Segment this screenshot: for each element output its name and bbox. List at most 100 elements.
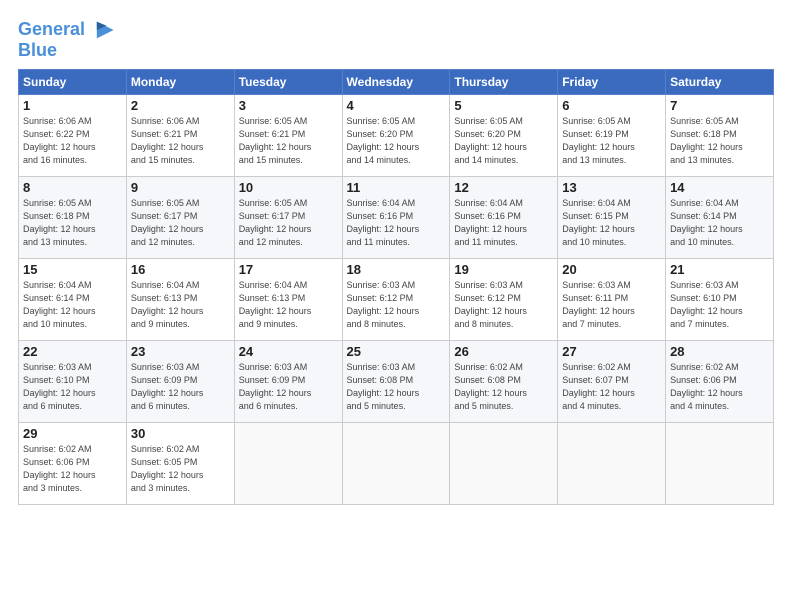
day-info: Sunrise: 6:04 AMSunset: 6:14 PMDaylight:…: [670, 197, 769, 249]
day-info: Sunrise: 6:03 AMSunset: 6:12 PMDaylight:…: [347, 279, 446, 331]
day-info: Sunrise: 6:03 AMSunset: 6:09 PMDaylight:…: [239, 361, 338, 413]
day-info: Sunrise: 6:05 AMSunset: 6:18 PMDaylight:…: [670, 115, 769, 167]
header: General Blue: [18, 16, 774, 61]
day-number: 26: [454, 344, 553, 359]
day-number: 5: [454, 98, 553, 113]
calendar-cell: 7 Sunrise: 6:05 AMSunset: 6:18 PMDaylight…: [666, 95, 774, 177]
day-info: Sunrise: 6:05 AMSunset: 6:20 PMDaylight:…: [454, 115, 553, 167]
day-number: 3: [239, 98, 338, 113]
calendar-week-row: 1 Sunrise: 6:06 AMSunset: 6:22 PMDaylight…: [19, 95, 774, 177]
day-number: 12: [454, 180, 553, 195]
weekday-header: Thursday: [450, 70, 558, 95]
weekday-header: Wednesday: [342, 70, 450, 95]
weekday-header: Sunday: [19, 70, 127, 95]
calendar-cell: 23Sunrise: 6:03 AMSunset: 6:09 PMDayligh…: [126, 341, 234, 423]
day-info: Sunrise: 6:05 AMSunset: 6:21 PMDaylight:…: [239, 115, 338, 167]
day-info: Sunrise: 6:05 AMSunset: 6:17 PMDaylight:…: [239, 197, 338, 249]
day-number: 8: [23, 180, 122, 195]
calendar-week-row: 15 Sunrise: 6:04 AMSunset: 6:14 PMDayligh…: [19, 259, 774, 341]
day-number: 10: [239, 180, 338, 195]
day-number: 11: [347, 180, 446, 195]
day-info: Sunrise: 6:06 AMSunset: 6:22 PMDaylight:…: [23, 115, 122, 167]
weekday-header: Monday: [126, 70, 234, 95]
day-info: Sunrise: 6:04 AMSunset: 6:14 PMDaylight:…: [23, 279, 122, 331]
calendar-cell: 28 Sunrise: 6:02 AMSunset: 6:06 PMDayligh…: [666, 341, 774, 423]
calendar-cell: 25 Sunrise: 6:03 AMSunset: 6:08 PMDayligh…: [342, 341, 450, 423]
weekday-header: Tuesday: [234, 70, 342, 95]
day-number: 28: [670, 344, 769, 359]
day-info: Sunrise: 6:03 AMSunset: 6:09 PMDaylight:…: [131, 361, 230, 413]
calendar-cell: 18 Sunrise: 6:03 AMSunset: 6:12 PMDayligh…: [342, 259, 450, 341]
day-number: 15: [23, 262, 122, 277]
calendar-cell: 12Sunrise: 6:04 AMSunset: 6:16 PMDayligh…: [450, 177, 558, 259]
day-info: Sunrise: 6:04 AMSunset: 6:13 PMDaylight:…: [131, 279, 230, 331]
day-number: 13: [562, 180, 661, 195]
calendar-cell: 5 Sunrise: 6:05 AMSunset: 6:20 PMDaylight…: [450, 95, 558, 177]
day-info: Sunrise: 6:05 AMSunset: 6:20 PMDaylight:…: [347, 115, 446, 167]
day-info: Sunrise: 6:05 AMSunset: 6:17 PMDaylight:…: [131, 197, 230, 249]
calendar-cell: 20 Sunrise: 6:03 AMSunset: 6:11 PMDayligh…: [558, 259, 666, 341]
calendar-cell: 1 Sunrise: 6:06 AMSunset: 6:22 PMDaylight…: [19, 95, 127, 177]
calendar-cell: 14 Sunrise: 6:04 AMSunset: 6:14 PMDayligh…: [666, 177, 774, 259]
calendar-week-row: 22Sunrise: 6:03 AMSunset: 6:10 PMDayligh…: [19, 341, 774, 423]
calendar-table: SundayMondayTuesdayWednesdayThursdayFrid…: [18, 69, 774, 505]
calendar-cell: [234, 423, 342, 505]
calendar-cell: 11 Sunrise: 6:04 AMSunset: 6:16 PMDayligh…: [342, 177, 450, 259]
day-info: Sunrise: 6:02 AMSunset: 6:07 PMDaylight:…: [562, 361, 661, 413]
calendar-cell: [450, 423, 558, 505]
calendar-cell: [666, 423, 774, 505]
logo-icon: [87, 16, 115, 44]
day-number: 6: [562, 98, 661, 113]
day-number: 18: [347, 262, 446, 277]
day-info: Sunrise: 6:05 AMSunset: 6:18 PMDaylight:…: [23, 197, 122, 249]
calendar-week-row: 29Sunrise: 6:02 AMSunset: 6:06 PMDayligh…: [19, 423, 774, 505]
day-number: 7: [670, 98, 769, 113]
day-number: 16: [131, 262, 230, 277]
logo-text: General: [18, 20, 85, 40]
calendar-cell: 26 Sunrise: 6:02 AMSunset: 6:08 PMDayligh…: [450, 341, 558, 423]
calendar-cell: 29Sunrise: 6:02 AMSunset: 6:06 PMDayligh…: [19, 423, 127, 505]
day-info: Sunrise: 6:05 AMSunset: 6:19 PMDaylight:…: [562, 115, 661, 167]
calendar-cell: 13 Sunrise: 6:04 AMSunset: 6:15 PMDayligh…: [558, 177, 666, 259]
day-info: Sunrise: 6:03 AMSunset: 6:11 PMDaylight:…: [562, 279, 661, 331]
day-number: 22: [23, 344, 122, 359]
day-number: 1: [23, 98, 122, 113]
calendar-cell: 30Sunrise: 6:02 AMSunset: 6:05 PMDayligh…: [126, 423, 234, 505]
day-info: Sunrise: 6:03 AMSunset: 6:08 PMDaylight:…: [347, 361, 446, 413]
calendar-week-row: 8 Sunrise: 6:05 AMSunset: 6:18 PMDaylight…: [19, 177, 774, 259]
calendar-cell: [342, 423, 450, 505]
logo: General Blue: [18, 16, 115, 61]
calendar-cell: 10 Sunrise: 6:05 AMSunset: 6:17 PMDayligh…: [234, 177, 342, 259]
day-number: 27: [562, 344, 661, 359]
day-number: 20: [562, 262, 661, 277]
day-info: Sunrise: 6:02 AMSunset: 6:06 PMDaylight:…: [670, 361, 769, 413]
day-number: 21: [670, 262, 769, 277]
calendar-cell: 21 Sunrise: 6:03 AMSunset: 6:10 PMDayligh…: [666, 259, 774, 341]
weekday-header: Friday: [558, 70, 666, 95]
calendar-cell: 6 Sunrise: 6:05 AMSunset: 6:19 PMDaylight…: [558, 95, 666, 177]
calendar-cell: 24Sunrise: 6:03 AMSunset: 6:09 PMDayligh…: [234, 341, 342, 423]
calendar-cell: 16 Sunrise: 6:04 AMSunset: 6:13 PMDayligh…: [126, 259, 234, 341]
day-number: 9: [131, 180, 230, 195]
day-info: Sunrise: 6:03 AMSunset: 6:10 PMDaylight:…: [670, 279, 769, 331]
calendar-header-row: SundayMondayTuesdayWednesdayThursdayFrid…: [19, 70, 774, 95]
day-info: Sunrise: 6:04 AMSunset: 6:15 PMDaylight:…: [562, 197, 661, 249]
day-number: 2: [131, 98, 230, 113]
day-info: Sunrise: 6:04 AMSunset: 6:13 PMDaylight:…: [239, 279, 338, 331]
calendar-cell: 3 Sunrise: 6:05 AMSunset: 6:21 PMDaylight…: [234, 95, 342, 177]
day-info: Sunrise: 6:03 AMSunset: 6:12 PMDaylight:…: [454, 279, 553, 331]
calendar-cell: 17 Sunrise: 6:04 AMSunset: 6:13 PMDayligh…: [234, 259, 342, 341]
calendar-cell: 2Sunrise: 6:06 AMSunset: 6:21 PMDaylight…: [126, 95, 234, 177]
day-number: 4: [347, 98, 446, 113]
calendar-cell: 27 Sunrise: 6:02 AMSunset: 6:07 PMDayligh…: [558, 341, 666, 423]
day-number: 30: [131, 426, 230, 441]
weekday-header: Saturday: [666, 70, 774, 95]
day-info: Sunrise: 6:02 AMSunset: 6:06 PMDaylight:…: [23, 443, 122, 495]
calendar-cell: 8 Sunrise: 6:05 AMSunset: 6:18 PMDaylight…: [19, 177, 127, 259]
day-info: Sunrise: 6:02 AMSunset: 6:08 PMDaylight:…: [454, 361, 553, 413]
calendar-cell: [558, 423, 666, 505]
day-number: 14: [670, 180, 769, 195]
day-number: 25: [347, 344, 446, 359]
day-info: Sunrise: 6:04 AMSunset: 6:16 PMDaylight:…: [347, 197, 446, 249]
day-number: 17: [239, 262, 338, 277]
